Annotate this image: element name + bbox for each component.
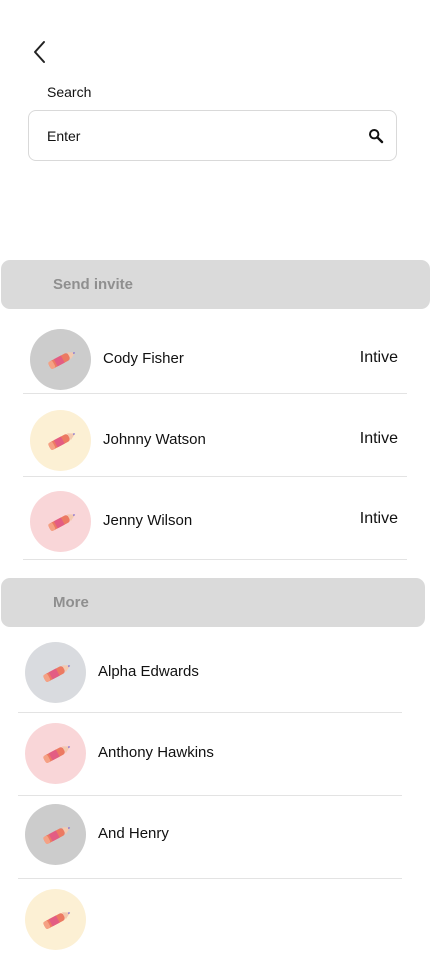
section-title: Send invite: [53, 276, 134, 293]
avatar: [30, 491, 91, 552]
pencil-avatar-icon: [42, 911, 70, 929]
avatar: [30, 329, 91, 390]
divider: [18, 878, 402, 879]
pencil-avatar-icon: [42, 664, 70, 682]
pencil-avatar-icon: [42, 826, 70, 844]
avatar: [25, 889, 86, 950]
search-label: Search: [47, 84, 92, 100]
invite-button[interactable]: Intive: [360, 510, 398, 528]
pencil-avatar-icon: [47, 513, 75, 531]
contact-name: And Henry: [98, 825, 169, 842]
search-icon[interactable]: [368, 128, 384, 144]
list-item[interactable]: Alpha Edwards: [25, 634, 402, 715]
contact-name: Jenny Wilson: [103, 512, 193, 529]
pencil-avatar-icon: [47, 432, 75, 450]
list-item[interactable]: Cody Fisher Intive: [30, 321, 400, 402]
contact-name: Anthony Hawkins: [98, 744, 214, 761]
contact-name: Johnny Watson: [103, 431, 206, 448]
divider: [18, 712, 402, 713]
invite-button[interactable]: Intive: [360, 430, 398, 448]
search-field: [28, 110, 397, 161]
avatar: [25, 804, 86, 865]
section-title: More: [53, 594, 89, 611]
search-input[interactable]: [47, 111, 347, 160]
avatar: [25, 723, 86, 784]
pencil-avatar-icon: [42, 745, 70, 763]
list-item[interactable]: Jenny Wilson Intive: [30, 483, 400, 564]
contact-name: Alpha Edwards: [98, 663, 199, 680]
divider: [23, 476, 407, 477]
list-item[interactable]: Johnny Watson Intive: [30, 402, 400, 483]
send-invite-section-header: Send invite: [1, 260, 430, 309]
divider: [23, 559, 407, 560]
back-button[interactable]: [28, 38, 52, 66]
avatar: [25, 642, 86, 703]
pencil-avatar-icon: [47, 351, 75, 369]
contact-name: Cody Fisher: [103, 350, 184, 367]
invite-button[interactable]: Intive: [360, 349, 398, 367]
avatar: [30, 410, 91, 471]
list-item[interactable]: And Henry: [25, 796, 402, 877]
list-item[interactable]: [25, 881, 402, 962]
back-arrow-icon: [34, 41, 45, 63]
divider: [23, 393, 407, 394]
more-section-header: More: [1, 578, 425, 627]
list-item[interactable]: Anthony Hawkins: [25, 715, 402, 796]
